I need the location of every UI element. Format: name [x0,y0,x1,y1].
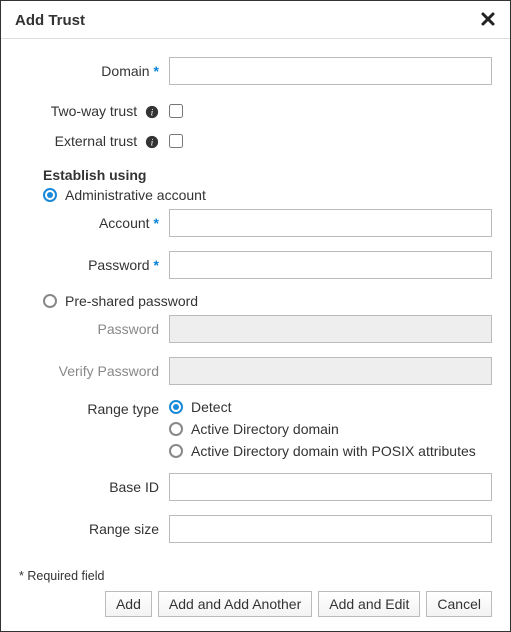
radio-icon [43,188,57,202]
preshared-password-label: Password [19,321,169,337]
add-button[interactable]: Add [105,591,152,617]
range-type-ad-domain[interactable]: Active Directory domain [169,421,476,437]
external-trust-checkbox[interactable] [169,134,183,148]
required-field-note: * Required field [19,569,492,583]
range-size-input[interactable] [169,515,492,543]
domain-input[interactable] [169,57,492,85]
establish-using-heading: Establish using [19,167,492,183]
radio-label: Administrative account [65,187,206,203]
close-icon[interactable] [480,11,496,30]
radio-label: Detect [191,399,231,415]
two-way-trust-checkbox[interactable] [169,104,183,118]
account-label: Account* [19,215,169,231]
verify-password-label: Verify Password [19,363,169,379]
radio-icon [169,400,183,414]
dialog-body: Domain* Two-way trust i External trust i [1,39,510,561]
range-type-ad-posix[interactable]: Active Directory domain with POSIX attri… [169,443,476,459]
base-id-input[interactable] [169,473,492,501]
info-icon[interactable]: i [141,133,159,149]
info-icon[interactable]: i [141,103,159,119]
two-way-trust-label: Two-way trust i [19,103,169,119]
dialog-header: Add Trust [1,1,510,39]
verify-password-input [169,357,492,385]
radio-icon [169,422,183,436]
radio-preshared-password[interactable]: Pre-shared password [19,293,492,309]
svg-text:i: i [151,138,154,149]
admin-password-input[interactable] [169,251,492,279]
dialog-title: Add Trust [15,12,85,29]
cancel-button[interactable]: Cancel [426,591,492,617]
svg-text:i: i [151,108,154,119]
button-row: Add Add and Add Another Add and Edit Can… [19,591,492,617]
account-input[interactable] [169,209,492,237]
add-and-edit-button[interactable]: Add and Edit [318,591,420,617]
range-type-options: Detect Active Directory domain Active Di… [169,399,476,459]
add-and-add-another-button[interactable]: Add and Add Another [158,591,312,617]
radio-administrative-account[interactable]: Administrative account [19,187,492,203]
radio-icon [43,294,57,308]
radio-icon [169,444,183,458]
add-trust-dialog: Add Trust Domain* Two-way trust i [0,0,511,632]
range-type-detect[interactable]: Detect [169,399,476,415]
base-id-label: Base ID [19,479,169,495]
preshared-password-input [169,315,492,343]
admin-password-label: Password* [19,257,169,273]
range-size-label: Range size [19,521,169,537]
range-type-label: Range type [19,399,169,417]
radio-label: Pre-shared password [65,293,198,309]
external-trust-label: External trust i [19,133,169,149]
radio-label: Active Directory domain [191,421,339,437]
radio-label: Active Directory domain with POSIX attri… [191,443,476,459]
domain-label: Domain* [19,63,169,79]
dialog-footer: * Required field Add Add and Add Another… [1,561,510,631]
